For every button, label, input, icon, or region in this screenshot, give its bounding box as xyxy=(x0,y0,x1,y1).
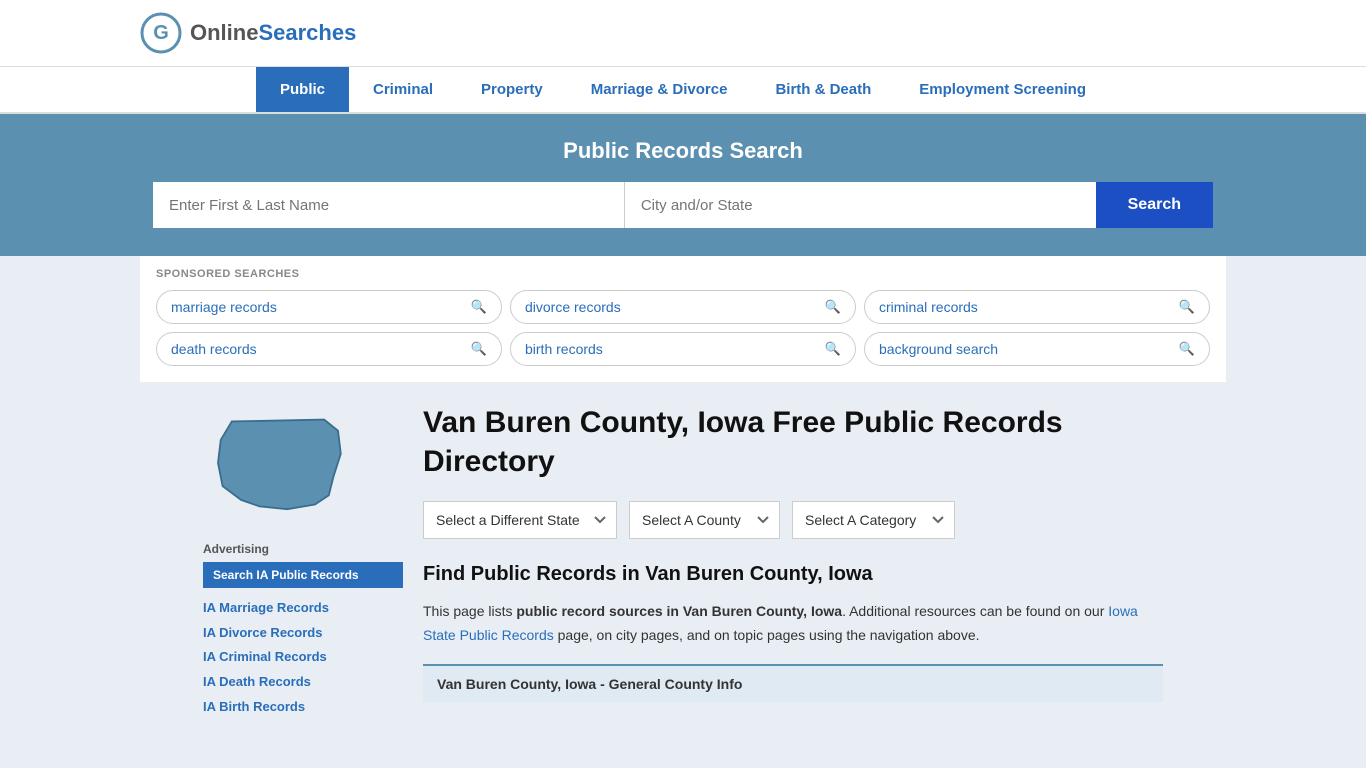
svg-text:G: G xyxy=(153,22,169,44)
sponsored-tag-divorce[interactable]: divorce records 🔍 xyxy=(510,290,856,324)
search-button[interactable]: Search xyxy=(1096,182,1213,228)
nav-property[interactable]: Property xyxy=(457,67,567,112)
hero-title: Public Records Search xyxy=(140,138,1226,164)
sidebar-link-birth[interactable]: IA Birth Records xyxy=(203,695,403,720)
sidebar-link-divorce[interactable]: IA Divorce Records xyxy=(203,621,403,646)
description-part3: page, on city pages, and on topic pages … xyxy=(554,627,980,643)
sidebar: Advertising Search IA Public Records IA … xyxy=(203,403,403,719)
sponsored-tag-label: death records xyxy=(171,341,257,357)
sponsored-tag-label: marriage records xyxy=(171,299,277,315)
category-dropdown[interactable]: Select A Category xyxy=(792,501,955,539)
description-text: This page lists public record sources in… xyxy=(423,600,1163,648)
name-search-input[interactable] xyxy=(153,182,625,228)
find-public-records-title: Find Public Records in Van Buren County,… xyxy=(423,563,1163,586)
logo-text: OnlineSearches xyxy=(190,20,356,46)
site-header: G OnlineSearches xyxy=(0,0,1366,67)
logo-icon: G xyxy=(140,12,182,54)
sponsored-tag-criminal[interactable]: criminal records 🔍 xyxy=(864,290,1210,324)
search-icon: 🔍 xyxy=(471,299,487,315)
nav-public[interactable]: Public xyxy=(256,67,349,112)
sidebar-link-marriage[interactable]: IA Marriage Records xyxy=(203,596,403,621)
state-map-area xyxy=(203,403,403,526)
search-row: Search xyxy=(153,182,1213,228)
sponsored-tag-label: criminal records xyxy=(879,299,978,315)
logo-link[interactable]: G OnlineSearches xyxy=(140,12,356,54)
description-part1: This page lists xyxy=(423,603,516,619)
sponsored-tag-death[interactable]: death records 🔍 xyxy=(156,332,502,366)
nav-marriage-divorce[interactable]: Marriage & Divorce xyxy=(567,67,752,112)
sponsored-tag-birth[interactable]: birth records 🔍 xyxy=(510,332,856,366)
search-icon: 🔍 xyxy=(471,341,487,357)
sponsored-tag-marriage[interactable]: marriage records 🔍 xyxy=(156,290,502,324)
sidebar-link-death[interactable]: IA Death Records xyxy=(203,670,403,695)
nav-birth-death[interactable]: Birth & Death xyxy=(751,67,895,112)
county-title: Van Buren County, Iowa Free Public Recor… xyxy=(423,403,1163,481)
main-navigation: Public Criminal Property Marriage & Divo… xyxy=(0,67,1366,114)
sponsored-tag-label: background search xyxy=(879,341,998,357)
state-dropdown[interactable]: Select a Different State xyxy=(423,501,617,539)
search-icon: 🔍 xyxy=(825,299,841,315)
search-icon: 🔍 xyxy=(825,341,841,357)
sidebar-link-criminal[interactable]: IA Criminal Records xyxy=(203,645,403,670)
sponsored-label: Sponsored Searches xyxy=(156,268,1210,280)
search-icon: 🔍 xyxy=(1179,341,1195,357)
main-content: Van Buren County, Iowa Free Public Recor… xyxy=(423,403,1163,719)
sponsored-tag-label: divorce records xyxy=(525,299,621,315)
content-area: Advertising Search IA Public Records IA … xyxy=(63,383,1303,739)
search-ia-button[interactable]: Search IA Public Records xyxy=(203,562,403,588)
county-dropdown[interactable]: Select A County xyxy=(629,501,780,539)
description-part2: . Additional resources can be found on o… xyxy=(842,603,1108,619)
hero-banner: Public Records Search Search xyxy=(0,114,1366,256)
sponsored-section: Sponsored Searches marriage records 🔍 di… xyxy=(140,256,1226,383)
nav-criminal[interactable]: Criminal xyxy=(349,67,457,112)
sponsored-tag-background[interactable]: background search 🔍 xyxy=(864,332,1210,366)
description-bold: public record sources in Van Buren Count… xyxy=(516,603,842,619)
county-info-bar: Van Buren County, Iowa - General County … xyxy=(423,664,1163,702)
nav-employment[interactable]: Employment Screening xyxy=(895,67,1110,112)
advertising-label: Advertising xyxy=(203,542,403,556)
location-search-input[interactable] xyxy=(625,182,1096,228)
dropdowns-row: Select a Different State Select A County… xyxy=(423,501,1163,539)
sponsored-tag-label: birth records xyxy=(525,341,603,357)
sponsored-grid: marriage records 🔍 divorce records 🔍 cri… xyxy=(156,290,1210,366)
search-icon: 🔍 xyxy=(1179,299,1195,315)
iowa-map-icon xyxy=(203,403,353,523)
